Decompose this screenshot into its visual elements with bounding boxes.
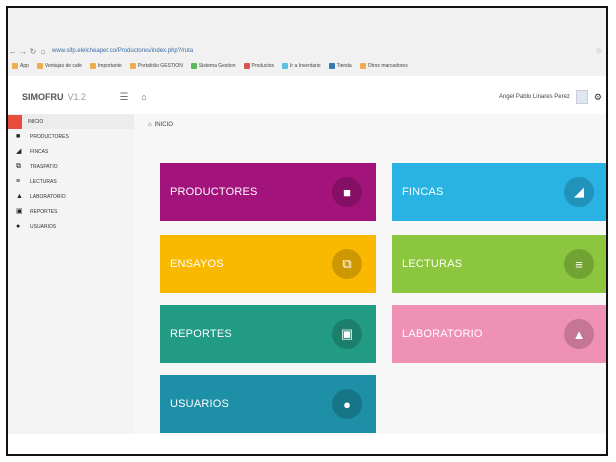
brand-name: SIMOFRU	[22, 92, 64, 102]
forward-icon[interactable]: →	[18, 47, 28, 56]
active-marker	[8, 114, 22, 129]
tile-reportes[interactable]: REPORTES ▣	[160, 305, 376, 363]
briefcase-icon: ■	[332, 177, 362, 207]
bookmark-item[interactable]: Ventajas de cafe	[36, 63, 82, 69]
tile-ensayos[interactable]: ENSAYOS ⧉	[160, 235, 376, 293]
sidebar-item-label: PRODUCTORES	[30, 133, 69, 140]
copy-icon: ⧉	[16, 162, 21, 170]
home-browser-icon[interactable]: ⌂	[38, 47, 48, 56]
bookmark-item[interactable]: Otros marcadores	[359, 63, 408, 69]
briefcase-icon: ■	[16, 132, 21, 140]
tile-label: REPORTES	[170, 328, 232, 340]
sidebar-item-usuarios[interactable]: ● USUARIOS	[8, 219, 134, 234]
sidebar-item-traspatio[interactable]: ⧉ TRASPATIO	[8, 159, 134, 174]
sidebar-item-label: LABORATORIO	[30, 193, 66, 200]
tile-label: LECTURAS	[402, 258, 463, 270]
reload-icon[interactable]: ↻	[28, 47, 38, 56]
screenshot-frame: ← → ↻ ⌂ www.sifp.elelcheaper.co/Producto…	[6, 6, 608, 456]
star-icon[interactable]: ☆	[582, 47, 606, 55]
app-header: SIMOFRU V1.2 ☰ ⌂ Angel Pablo Linares Per…	[8, 80, 606, 114]
sidebar-item-lecturas[interactable]: ≡ LECTURAS	[8, 174, 134, 189]
sidebar-item-reportes[interactable]: ▣ REPORTES	[8, 204, 134, 219]
tile-label: PRODUCTORES	[170, 186, 258, 198]
breadcrumb-label[interactable]: INICIO	[155, 122, 173, 128]
breadcrumb: ⌂ INICIO	[148, 122, 173, 128]
user-name[interactable]: Angel Pablo Linares Perez	[499, 94, 576, 100]
copy-icon: ⧉	[332, 249, 362, 279]
sidebar-item-laboratorio[interactable]: ▲ LABORATORIO	[8, 189, 134, 204]
browser-chrome: ← → ↻ ⌂ www.sifp.elelcheaper.co/Producto…	[8, 8, 606, 76]
bookmark-item[interactable]: Ir a Inventario	[282, 63, 321, 69]
brand[interactable]: SIMOFRU V1.2	[8, 92, 114, 102]
sidebar-item-label: INICIO	[28, 118, 44, 125]
tile-label: ENSAYOS	[170, 258, 224, 270]
gear-icon[interactable]: ⚙	[594, 92, 606, 103]
flask-icon: ▲	[564, 319, 594, 349]
home-icon[interactable]: ⌂	[148, 122, 152, 128]
main-content: ⌂ INICIO PRODUCTORES ■ FINCAS ◢ ENSAYOS …	[134, 114, 606, 434]
bottom-bar	[8, 434, 606, 454]
sidebar-item-fincas[interactable]: ◢ FINCAS	[8, 144, 134, 159]
menu-toggle-icon[interactable]: ☰	[114, 92, 134, 103]
sidebar-item-inicio[interactable]: INICIO	[8, 114, 134, 129]
list-icon: ≡	[16, 177, 21, 185]
bookmark-item[interactable]: Sistema Gestion	[190, 63, 236, 69]
sidebar-item-label: TRASPATIO	[30, 163, 58, 170]
bookmark-item[interactable]: Portafolio GESTION	[129, 63, 183, 69]
tile-label: FINCAS	[402, 186, 444, 198]
sidebar-item-label: USUARIOS	[30, 223, 57, 230]
sidebar: INICIO ■ PRODUCTORES ◢ FINCAS ⧉ TRASPATI…	[8, 114, 134, 434]
sidebar-item-label: FINCAS	[30, 148, 49, 155]
tile-label: LABORATORIO	[402, 328, 483, 340]
address-bar[interactable]: www.sifp.elelcheaper.co/Productores/inde…	[52, 46, 582, 56]
bookmark-item[interactable]: Productos	[243, 63, 274, 69]
flask-icon: ▲	[16, 192, 23, 200]
sidebar-item-productores[interactable]: ■ PRODUCTORES	[8, 129, 134, 144]
bookmark-item[interactable]: Tienda	[328, 63, 352, 69]
back-icon[interactable]: ←	[8, 47, 18, 56]
tag-icon: ◢	[16, 147, 22, 155]
home-icon[interactable]: ⌂	[134, 92, 154, 102]
brand-version: V1.2	[67, 92, 87, 102]
tile-label: USUARIOS	[170, 398, 230, 410]
sidebar-item-label: LECTURAS	[30, 178, 57, 185]
image-icon: ▣	[332, 319, 362, 349]
tag-icon: ◢	[564, 177, 594, 207]
tile-fincas[interactable]: FINCAS ◢	[392, 163, 606, 221]
bookmarks-bar: App Ventajas de cafe Importante Portafol…	[8, 60, 606, 72]
image-icon: ▣	[16, 207, 23, 215]
users-icon: ●	[332, 389, 362, 419]
avatar[interactable]	[575, 90, 588, 104]
tile-lecturas[interactable]: LECTURAS ≡	[392, 235, 606, 293]
bookmark-item[interactable]: App	[12, 63, 29, 69]
tile-laboratorio[interactable]: LABORATORIO ▲	[392, 305, 606, 363]
bookmark-item[interactable]: Importante	[89, 63, 122, 69]
users-icon: ●	[16, 222, 21, 230]
tile-usuarios[interactable]: USUARIOS ●	[160, 375, 376, 433]
tile-productores[interactable]: PRODUCTORES ■	[160, 163, 376, 221]
sidebar-item-label: REPORTES	[30, 208, 58, 215]
address-row: ← → ↻ ⌂ www.sifp.elelcheaper.co/Producto…	[8, 44, 606, 58]
list-icon: ≡	[564, 249, 594, 279]
